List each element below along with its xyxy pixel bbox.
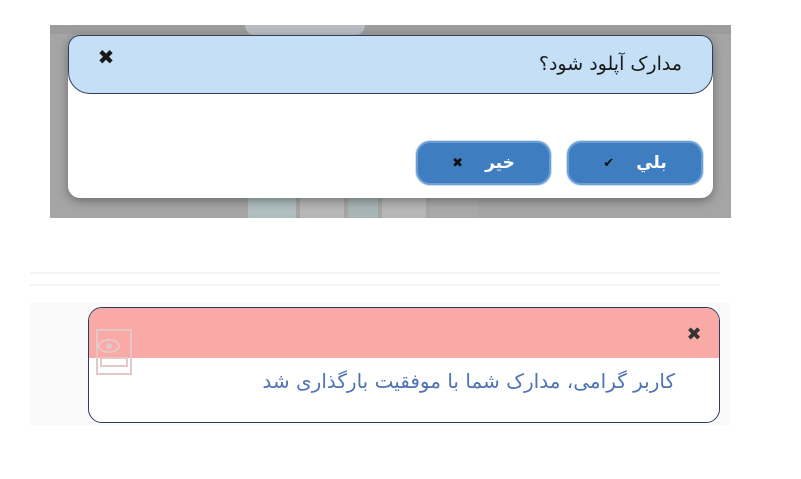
dialog-header: مدارک آپلود شود؟ ✖ xyxy=(68,35,713,94)
check-icon: ✔ xyxy=(603,155,615,171)
yes-button-label: بلي xyxy=(636,153,667,173)
confirm-screenshot: مدارک آپلود شود؟ ✖ بلي ✔ خير ✖ xyxy=(50,25,731,218)
backdrop-table-columns xyxy=(248,195,483,218)
background-divider xyxy=(30,272,720,274)
notification-message: کاربر گرامی، مدارک شما با موفقیت بارگذار… xyxy=(262,369,675,393)
success-notification: ✖ کاربر گرامی، مدارک شما با موفقیت بارگذ… xyxy=(88,307,720,423)
stage: مدارک آپلود شود؟ ✖ بلي ✔ خير ✖ ✖ کاربر گ… xyxy=(0,0,801,479)
close-icon: ✖ xyxy=(452,155,464,171)
close-icon[interactable]: ✖ xyxy=(685,324,703,345)
yes-button[interactable]: بلي ✔ xyxy=(567,141,703,185)
no-button[interactable]: خير ✖ xyxy=(416,141,551,185)
backdrop-strip xyxy=(50,25,731,34)
notification-bar xyxy=(89,308,719,358)
document-view-icon xyxy=(96,329,132,375)
confirm-dialog: مدارک آپلود شود؟ ✖ بلي ✔ خير ✖ xyxy=(68,35,713,198)
close-icon[interactable]: ✖ xyxy=(96,45,116,69)
background-divider xyxy=(30,284,720,286)
dialog-title: مدارک آپلود شود؟ xyxy=(538,53,682,75)
no-button-label: خير xyxy=(485,153,515,173)
backdrop-image xyxy=(245,25,365,35)
